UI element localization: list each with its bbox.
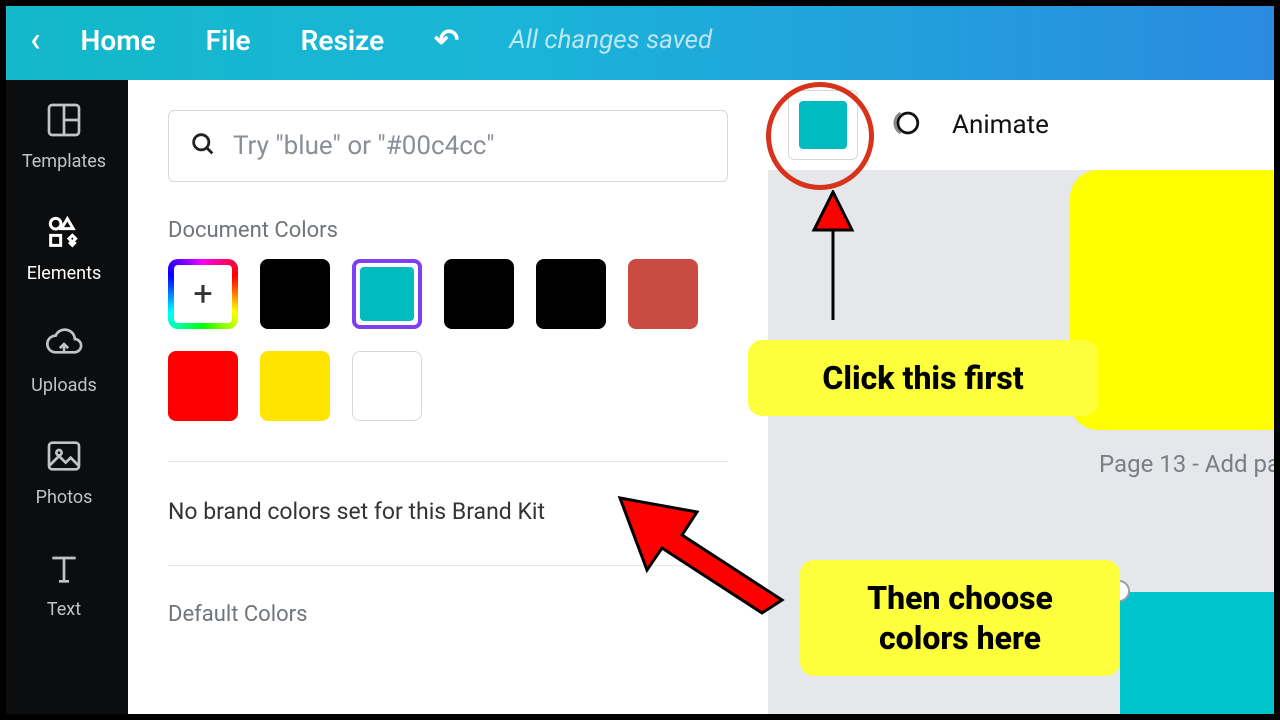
color-panel: Document Colors + No brand colors set fo… — [128, 80, 768, 720]
search-icon — [189, 130, 217, 162]
nav-resize[interactable]: Resize — [301, 24, 385, 57]
back-icon[interactable]: ‹ — [30, 20, 41, 60]
sidebar-item-templates[interactable]: Templates — [22, 100, 106, 172]
fill-color-chip — [799, 101, 847, 149]
divider — [168, 565, 728, 566]
color-search-input[interactable] — [233, 131, 707, 161]
brand-kit-message: No brand colors set for this Brand Kit — [168, 498, 728, 525]
text-icon — [44, 548, 84, 593]
nav-file[interactable]: File — [206, 24, 251, 57]
fill-color-button[interactable] — [788, 90, 858, 160]
color-swatch-selected[interactable] — [352, 259, 422, 329]
sidebar-item-elements[interactable]: Elements — [27, 212, 102, 284]
left-sidebar: Templates Elements Uploads Photos Text — [0, 80, 128, 720]
context-toolbar: Animate — [768, 80, 1280, 170]
sidebar-label: Elements — [27, 263, 102, 284]
color-swatch[interactable] — [260, 259, 330, 329]
divider — [168, 461, 728, 462]
color-swatch[interactable] — [628, 259, 698, 329]
sidebar-label: Text — [47, 599, 81, 620]
color-swatch[interactable] — [444, 259, 514, 329]
document-colors: + — [168, 259, 728, 421]
undo-icon[interactable]: ↶ — [434, 23, 459, 58]
sidebar-item-uploads[interactable]: Uploads — [31, 324, 97, 396]
sidebar-item-text[interactable]: Text — [44, 548, 84, 620]
uploads-icon — [44, 324, 84, 369]
annotation-callout: Then choose colors here — [800, 560, 1120, 676]
sidebar-label: Templates — [22, 151, 106, 172]
save-status: All changes saved — [509, 25, 712, 55]
document-colors-title: Document Colors — [168, 218, 728, 243]
animate-button[interactable]: Animate — [952, 110, 1049, 140]
color-search[interactable] — [168, 110, 728, 182]
nav-home[interactable]: Home — [81, 24, 156, 57]
color-swatch[interactable] — [260, 351, 330, 421]
canvas-shape-teal[interactable] — [1120, 592, 1280, 720]
add-color-swatch[interactable]: + — [168, 259, 238, 329]
animate-icon[interactable] — [888, 106, 922, 144]
elements-icon — [44, 212, 84, 257]
sidebar-label: Uploads — [31, 375, 97, 396]
color-swatch[interactable] — [168, 351, 238, 421]
templates-icon — [44, 100, 84, 145]
canvas-shape-yellow[interactable] — [1070, 170, 1280, 430]
sidebar-item-photos[interactable]: Photos — [36, 436, 93, 508]
page-label: Page 13 - Add pa — [1099, 450, 1280, 478]
annotation-callout: Click this first — [748, 340, 1098, 416]
top-bar: ‹ Home File Resize ↶ All changes saved — [0, 0, 1280, 80]
default-colors-title: Default Colors — [168, 602, 728, 627]
sidebar-label: Photos — [36, 487, 93, 508]
color-swatch[interactable] — [536, 259, 606, 329]
color-swatch[interactable] — [352, 351, 422, 421]
photos-icon — [44, 436, 84, 481]
